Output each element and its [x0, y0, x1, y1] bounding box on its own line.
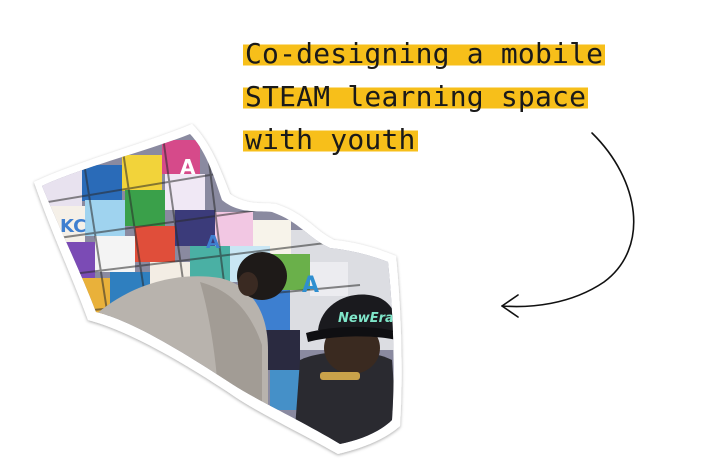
- quilt-letter-4: A: [302, 273, 319, 298]
- cap-text: NewEra: [338, 311, 394, 326]
- cutout-photo: A KC A A NewEra: [34, 124, 402, 454]
- quilt-letter-1: A: [180, 155, 196, 179]
- quilt-letter-3: A: [206, 232, 220, 253]
- quilt-letter-2: KC: [60, 216, 86, 237]
